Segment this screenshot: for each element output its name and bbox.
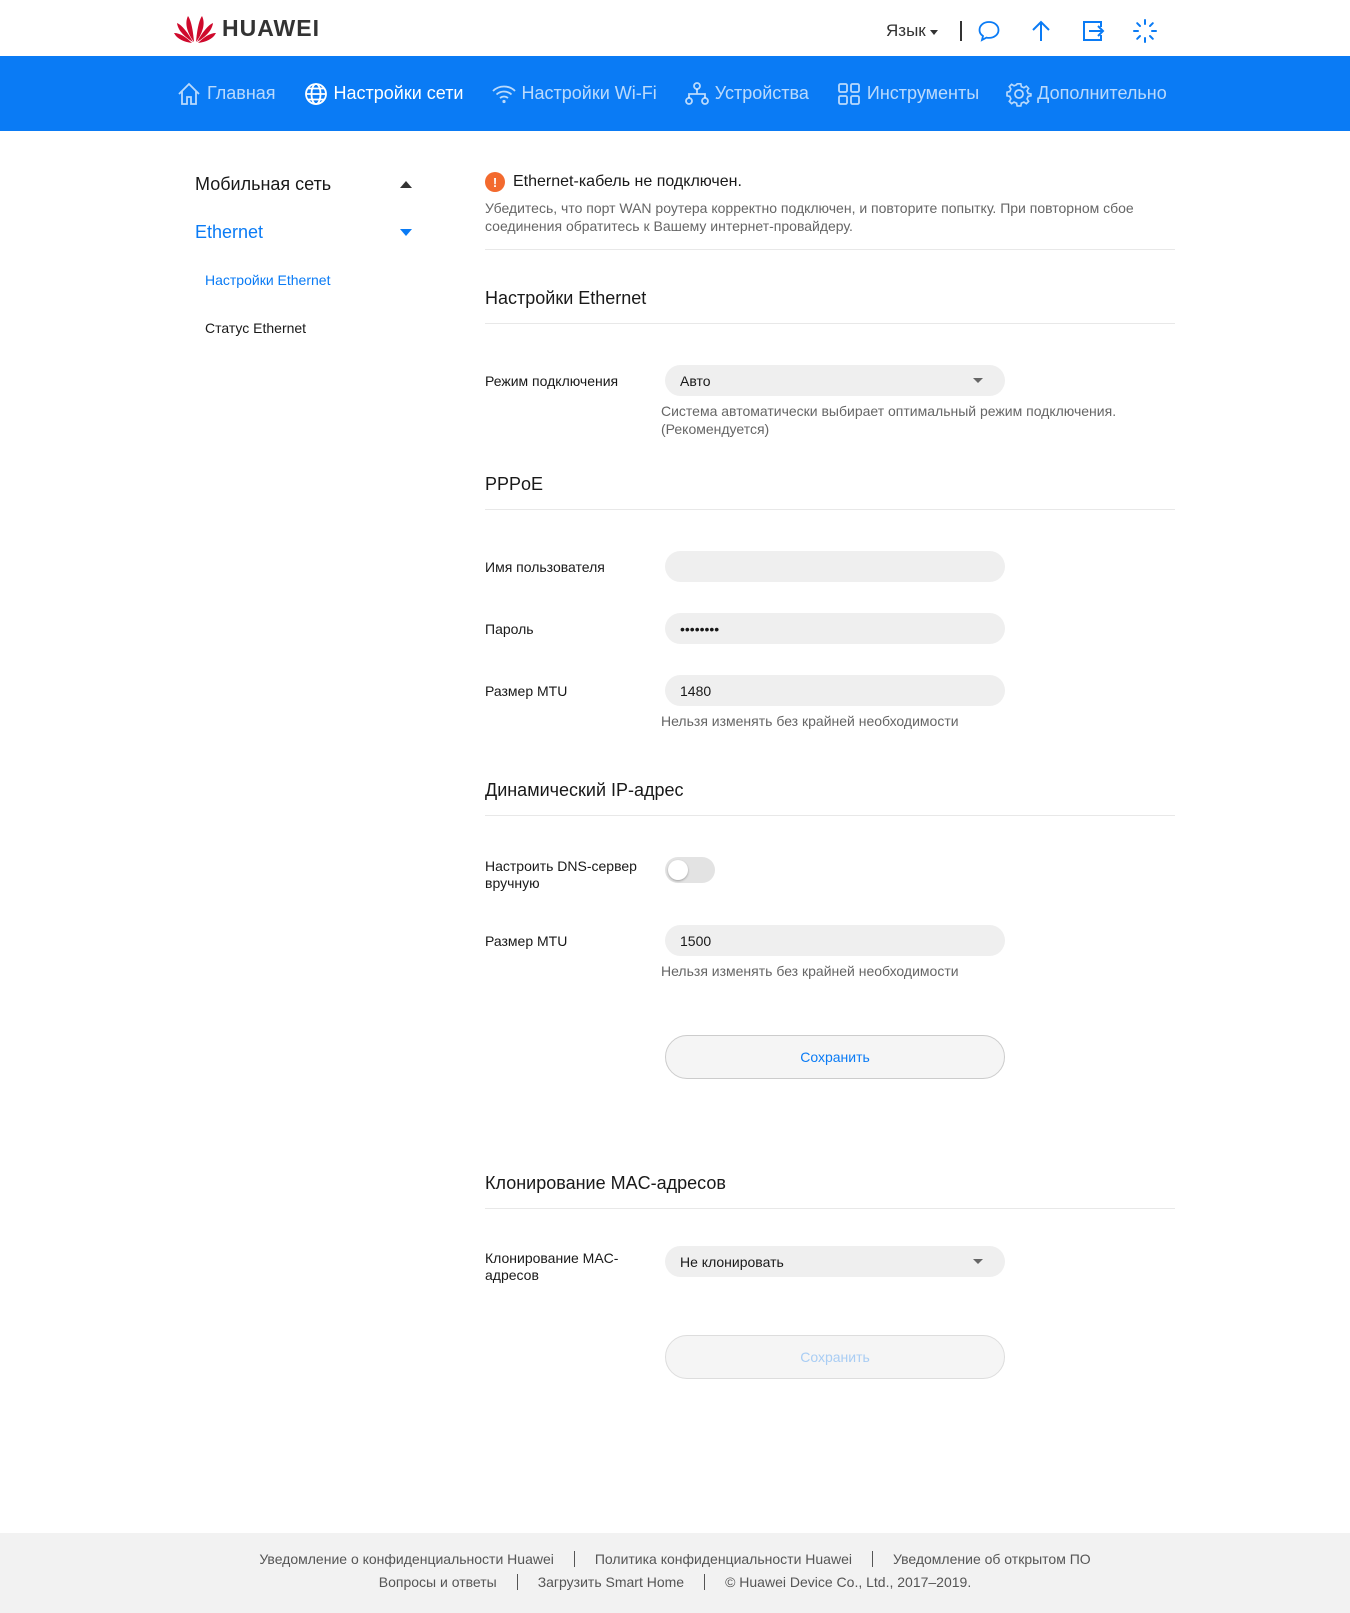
mac-clone-label: Клонирование MAC-адресов [485, 1250, 619, 1283]
footer-link-privacy-notice[interactable]: Уведомление о конфиденциальности Huawei [259, 1551, 554, 1567]
alert-title: Ethernet-кабель не подключен. [513, 173, 742, 190]
nav-tools[interactable]: Инструменты [836, 81, 979, 107]
pppoe-mtu-row: Размер MTU 1480 [485, 675, 1175, 706]
nav-network-label: Настройки сети [333, 83, 464, 103]
dns-manual-row: Настроить DNS-сервер вручную [485, 857, 1175, 892]
dynamic-mtu-row: Размер MTU 1500 [485, 925, 1175, 956]
top-bar: HUAWEI Язык [0, 0, 1350, 56]
main-nav: Главная Настройки сети Настройки Wi-Fi У… [0, 56, 1350, 131]
sidebar-group-ethernet[interactable]: Ethernet [195, 208, 415, 256]
nav-wifi-settings[interactable]: Настройки Wi-Fi [491, 81, 657, 107]
nav-devices[interactable]: Устройства [684, 81, 809, 107]
nav-devices-label: Устройства [714, 83, 809, 103]
username-label: Имя пользователя [485, 559, 605, 575]
pppoe-mtu-hint: Нельзя изменять без крайней необходимост… [661, 713, 959, 729]
connection-mode-select[interactable]: Авто [665, 365, 1005, 396]
nav-network-settings[interactable]: Настройки сети [303, 81, 464, 107]
dns-manual-toggle[interactable] [665, 857, 715, 883]
password-input[interactable]: •••••••• [665, 613, 1005, 644]
logout-icon[interactable] [1080, 18, 1106, 44]
footer-link-faq[interactable]: Вопросы и ответы [379, 1574, 497, 1590]
globe-icon [304, 82, 327, 105]
footer: Уведомление о конфиденциальности Huawei … [0, 1533, 1350, 1613]
section-title-pppoe: PPPoE [485, 438, 1175, 510]
section-title-dynamic-ip: Динамический IP-адрес [485, 730, 1175, 816]
footer-link-privacy-policy[interactable]: Политика конфиденциальности Huawei [595, 1551, 852, 1567]
mac-save-button[interactable]: Сохранить [665, 1335, 1005, 1379]
tools-icon [838, 82, 860, 105]
connection-mode-hint: Система автоматически выбирает оптимальн… [661, 403, 1117, 437]
sidebar-group-mobile-network[interactable]: Мобильная сеть [195, 160, 415, 208]
sidebar-item-ethernet-settings[interactable]: Настройки Ethernet [195, 256, 415, 304]
footer-copyright: © Huawei Device Co., Ltd., 2017–2019. [725, 1574, 972, 1590]
sidebar-group-label: Ethernet [195, 221, 264, 242]
mac-clone-select[interactable]: Не клонировать [665, 1246, 1005, 1277]
dynamic-mtu-hint: Нельзя изменять без крайней необходимост… [661, 963, 959, 979]
footer-divider [871, 1551, 873, 1567]
sidebar-group-label: Мобильная сеть [195, 173, 332, 194]
upload-icon[interactable] [1028, 18, 1054, 44]
huawei-logo[interactable]: HUAWEI [174, 12, 320, 44]
username-row: Имя пользователя [485, 551, 1175, 582]
save-button[interactable]: Сохранить [665, 1035, 1005, 1079]
section-title-ethernet: Настройки Ethernet [485, 250, 1175, 324]
sidebar-item-ethernet-status[interactable]: Статус Ethernet [195, 304, 415, 352]
password-label: Пароль [485, 621, 534, 637]
pppoe-mtu-label: Размер MTU [485, 683, 568, 699]
nav-wifi-label: Настройки Wi-Fi [521, 83, 657, 103]
dns-manual-label: Настроить DNS-сервер вручную [485, 858, 637, 891]
home-icon [178, 82, 200, 105]
sidebar: Мобильная сеть Ethernet Настройки Ethern… [195, 160, 415, 352]
section-title-mac-clone: Клонирование MAC-адресов [485, 1079, 1175, 1209]
password-row: Пароль •••••••• [485, 613, 1175, 644]
sidebar-item-label: Настройки Ethernet [205, 272, 331, 288]
nav-home-label: Главная [207, 83, 276, 103]
triangle-up-icon [400, 180, 412, 188]
nav-advanced[interactable]: Дополнительно [1006, 81, 1167, 107]
alert-body: Убедитесь, что порт WAN роутера корректн… [485, 200, 1134, 234]
sidebar-item-label: Статус Ethernet [205, 320, 307, 336]
nav-home[interactable]: Главная [176, 81, 276, 107]
footer-link-open-source[interactable]: Уведомление об открытом ПО [893, 1551, 1091, 1567]
loading-icon[interactable] [1132, 18, 1158, 44]
pppoe-mtu-input[interactable]: 1480 [665, 675, 1005, 706]
mac-clone-row: Клонирование MAC-адресов Не клонировать [485, 1246, 1175, 1284]
gear-icon [1006, 82, 1032, 107]
devices-icon [684, 81, 709, 105]
toggle-knob [668, 860, 688, 880]
cable-alert: ! Ethernet-кабель не подключен. Убедитес… [485, 172, 1175, 250]
divider [959, 21, 962, 41]
top-actions: Язык [886, 18, 1184, 44]
dropdown-arrow-icon [973, 1259, 983, 1264]
caret-down-icon [929, 29, 938, 35]
dynamic-mtu-input[interactable]: 1500 [665, 925, 1005, 956]
nav-advanced-label: Дополнительно [1037, 83, 1167, 103]
warning-icon: ! [485, 172, 505, 192]
footer-divider [516, 1574, 518, 1590]
triangle-down-icon [400, 228, 412, 236]
footer-divider [573, 1551, 575, 1567]
username-input[interactable] [665, 551, 1005, 582]
footer-divider [704, 1574, 706, 1590]
dynamic-mtu-label: Размер MTU [485, 933, 568, 949]
nav-tools-label: Инструменты [866, 83, 980, 103]
main-content: ! Ethernet-кабель не подключен. Убедитес… [485, 160, 1175, 1379]
mac-clone-value: Не клонировать [680, 1253, 784, 1270]
brand-name: HUAWEI [222, 14, 320, 41]
message-icon[interactable] [976, 18, 1002, 44]
connection-mode-value: Авто [680, 372, 711, 389]
language-selector[interactable]: Язык [886, 21, 938, 41]
dropdown-arrow-icon [973, 378, 983, 383]
connection-mode-label: Режим подключения [485, 373, 619, 389]
footer-link-smart-home[interactable]: Загрузить Smart Home [538, 1574, 684, 1590]
huawei-flower-icon [174, 16, 216, 43]
connection-mode-row: Режим подключения Авто [485, 365, 1175, 396]
language-label: Язык [886, 21, 926, 40]
wifi-icon [491, 85, 516, 103]
